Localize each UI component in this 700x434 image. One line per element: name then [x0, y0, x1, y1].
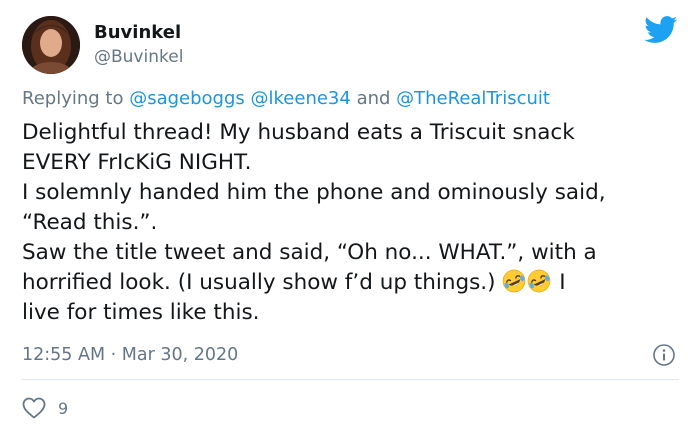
replying-to-label: Replying to — [22, 88, 130, 109]
tweet-text: Delightful thread! My husband eats a Tri… — [22, 118, 682, 328]
tweet-date[interactable]: Mar 30, 2020 — [122, 345, 239, 365]
twitter-bird-icon[interactable] — [644, 16, 678, 44]
tweet-text-line: I solemnly handed him the phone and omin… — [22, 180, 606, 205]
avatar[interactable] — [22, 16, 80, 74]
tweet-text-line: “Read this.”. — [22, 210, 158, 235]
mention-therealtriscuit[interactable]: @TheRealTriscuit — [396, 88, 550, 109]
tweet-card: Buvinkel @Buvinkel Replying to @sagebogg… — [0, 0, 700, 434]
replying-to-joiner: and — [350, 88, 397, 109]
tweet-timestamp[interactable]: 12:55 AM · Mar 30, 2020 — [22, 344, 238, 366]
rolling-on-floor-laughing-icon — [528, 269, 551, 293]
info-icon[interactable] — [652, 343, 676, 367]
timestamp-separator: · — [105, 345, 122, 365]
tweet-text-line: EVERY FrIcKiG NIGHT. — [22, 150, 252, 175]
like-count: 9 — [58, 398, 69, 418]
tweet-time[interactable]: 12:55 AM — [22, 345, 105, 365]
tweet-text-line: horrified look. (I usually show f’d up t… — [22, 270, 496, 295]
author-display-name[interactable]: Buvinkel — [94, 22, 181, 44]
replying-to: Replying to @sageboggs @lkeene34 and @Th… — [22, 88, 550, 110]
mention-sageboggs[interactable]: @sageboggs — [129, 88, 245, 109]
heart-icon[interactable] — [22, 397, 46, 419]
profile-photo-icon — [22, 16, 80, 74]
tweet-text-line-with-emoji: horrified look. (I usually show f’d up t… — [22, 268, 682, 298]
author-handle[interactable]: @Buvinkel — [94, 47, 183, 67]
divider — [22, 379, 679, 380]
tweet-text-line: live for times like this. — [22, 300, 260, 325]
like-button[interactable]: 9 — [22, 396, 68, 420]
rolling-on-floor-laughing-icon — [503, 269, 526, 293]
tweet-text-line: I — [552, 270, 566, 295]
mention-lkeene34[interactable]: @lkeene34 — [251, 88, 351, 109]
tweet-text-line: Saw the title tweet and said, “Oh no... … — [22, 240, 597, 265]
tweet-text-line: Delightful thread! My husband eats a Tri… — [22, 120, 575, 145]
